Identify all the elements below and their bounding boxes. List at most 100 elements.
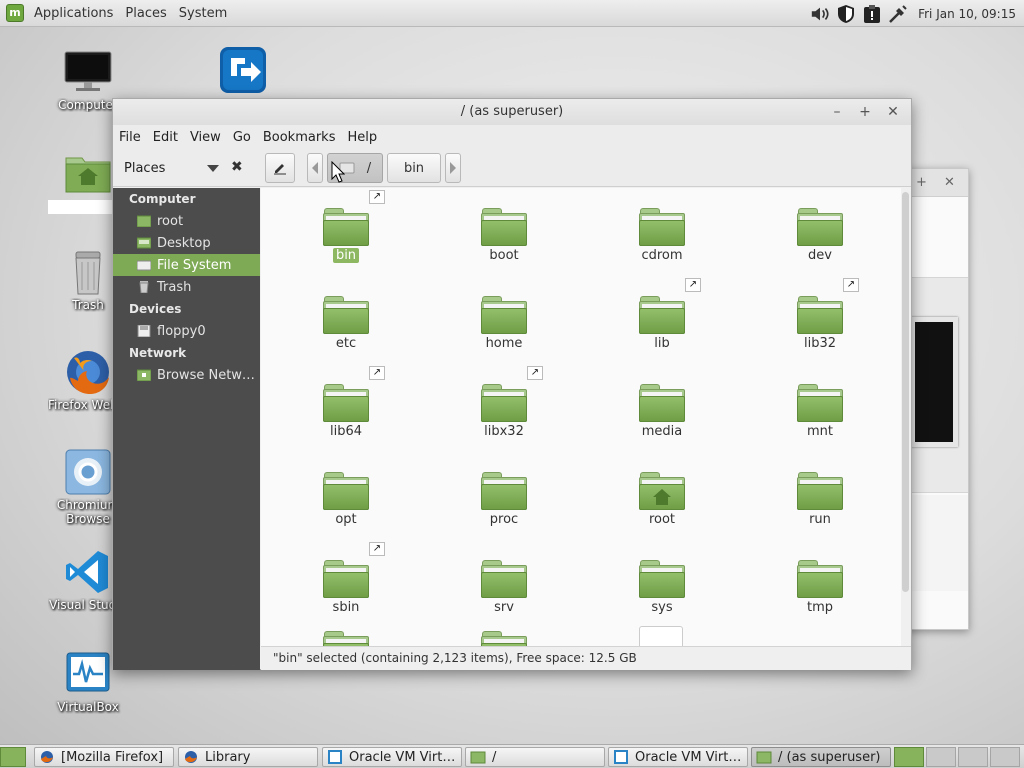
folder-icon (797, 560, 843, 598)
file-item[interactable]: dev (765, 188, 875, 268)
folder-icon (797, 208, 843, 246)
taskbar-item[interactable]: [Mozilla Firefox] (34, 747, 174, 767)
sidebar-item-label: File System (157, 257, 232, 273)
sidebar-item-root[interactable]: root (113, 210, 260, 232)
file-item-partial[interactable] (291, 611, 401, 646)
shield-icon[interactable] (836, 4, 856, 24)
workspace-4[interactable] (990, 747, 1020, 767)
taskbar-item[interactable]: Oracle VM Virt… (322, 747, 462, 767)
workspace-1[interactable] (894, 747, 924, 767)
menu-help[interactable]: Help (341, 130, 383, 145)
file-item-partial[interactable] (449, 611, 559, 646)
file-icon[interactable] (639, 626, 683, 646)
clock[interactable]: Fri Jan 10, 09:15 (918, 7, 1016, 21)
vertical-scrollbar[interactable] (901, 188, 911, 646)
sidebar-item-floppy0[interactable]: floppy0 (113, 320, 260, 342)
folder-icon (639, 296, 685, 334)
file-item[interactable]: ↗ lib32 (765, 276, 875, 356)
edit-location-button[interactable] (265, 153, 295, 183)
workspace-3[interactable] (958, 747, 988, 767)
file-item[interactable]: root (607, 452, 717, 532)
file-item[interactable]: cdrom (607, 188, 717, 268)
file-name: root (607, 512, 717, 527)
trash-icon (139, 281, 149, 293)
status-bar: "bin" selected (containing 2,123 items),… (261, 646, 911, 670)
sidebar-item-browse-network[interactable]: Browse Netw… (113, 364, 260, 386)
taskbar-item-label: Oracle VM Virt… (635, 749, 742, 765)
breadcrumb-bin[interactable]: bin (387, 153, 441, 183)
file-name: media (607, 424, 717, 439)
file-item[interactable]: proc (449, 452, 559, 532)
file-item[interactable]: mnt (765, 364, 875, 444)
file-name-text: media (641, 424, 683, 439)
window-titlebar[interactable]: / (as superuser) – + ✕ (113, 99, 911, 125)
file-name-text: libx32 (484, 424, 524, 439)
file-item[interactable]: sys (607, 540, 717, 620)
breadcrumb-scroll-right[interactable] (445, 153, 461, 183)
sidebar-item-trash[interactable]: Trash (113, 276, 260, 298)
file-name-text: bin (332, 248, 360, 263)
file-item[interactable]: media (607, 364, 717, 444)
menubar: File Edit View Go Bookmarks Help (113, 125, 911, 149)
file-item[interactable]: etc (291, 276, 401, 356)
file-item[interactable]: ↗ libx32 (449, 364, 559, 444)
file-item[interactable]: srv (449, 540, 559, 620)
close-icon[interactable]: ✕ (944, 175, 955, 190)
taskbar-item[interactable]: Oracle VM Virt… (608, 747, 748, 767)
sidebar-heading-devices: Devices (129, 302, 182, 316)
volume-icon[interactable] (810, 4, 830, 24)
file-item[interactable]: home (449, 276, 559, 356)
sidebar-item-label: Desktop (157, 235, 211, 251)
scrollbar-thumb[interactable] (902, 192, 909, 592)
sidebar-item-desktop[interactable]: Desktop (113, 232, 260, 254)
file-item[interactable]: ↗ sbin (291, 540, 401, 620)
drive-icon (137, 260, 151, 271)
file-name-text: opt (335, 512, 357, 527)
menu-file[interactable]: File (113, 130, 147, 145)
arrow-left-icon (312, 162, 318, 174)
workspace-2[interactable] (926, 747, 956, 767)
taskbar-item-active[interactable]: / (as superuser) (751, 747, 891, 767)
taskbar-item[interactable]: Library (178, 747, 318, 767)
file-item[interactable]: boot (449, 188, 559, 268)
desktop-icon-app[interactable] (203, 46, 283, 94)
network-icon[interactable] (888, 4, 908, 24)
file-item[interactable]: run (765, 452, 875, 532)
taskbar-item-label: [Mozilla Firefox] (61, 749, 164, 765)
sidebar-item-file-system[interactable]: File System (113, 254, 260, 276)
sidebar-item-label: Browse Netw… (157, 367, 255, 383)
file-name: cdrom (607, 248, 717, 263)
folder-icon (481, 560, 527, 598)
folder-icon (323, 296, 369, 334)
file-name: etc (291, 336, 401, 351)
minimize-icon[interactable]: – (825, 99, 849, 125)
file-item[interactable]: ↗ lib (607, 276, 717, 356)
places-menu[interactable]: Places (119, 6, 172, 21)
sidebar-item-label: Trash (157, 279, 192, 295)
menu-edit[interactable]: Edit (147, 130, 184, 145)
close-icon[interactable]: ✕ (881, 99, 905, 125)
menu-bookmarks[interactable]: Bookmarks (257, 130, 342, 145)
firefox-icon (185, 751, 197, 763)
file-item[interactable]: tmp (765, 540, 875, 620)
file-name: tmp (765, 600, 875, 615)
breadcrumb-scroll-left[interactable] (307, 153, 323, 183)
system-menu[interactable]: System (173, 6, 233, 21)
file-item[interactable]: ↗ lib64 (291, 364, 401, 444)
show-desktop-button[interactable] (0, 747, 26, 767)
maximize-icon[interactable]: + (853, 99, 877, 125)
clipboard-alert-icon[interactable] (862, 4, 882, 24)
applications-menu[interactable]: Applications (28, 6, 119, 21)
file-item[interactable]: opt (291, 452, 401, 532)
background-window[interactable]: + ✕ (905, 168, 969, 630)
file-item[interactable]: ↗ bin (291, 188, 401, 268)
background-window-titlebar[interactable]: + ✕ (906, 169, 968, 197)
taskbar-item[interactable]: / (465, 747, 605, 767)
close-sidebar-icon[interactable]: ✖ (231, 159, 243, 175)
folder-icon (639, 384, 685, 422)
maximize-icon[interactable]: + (916, 175, 927, 190)
menu-view[interactable]: View (184, 130, 227, 145)
file-name: libx32 (449, 424, 559, 439)
menu-go[interactable]: Go (227, 130, 257, 145)
mint-menu-icon[interactable]: m (6, 4, 24, 22)
